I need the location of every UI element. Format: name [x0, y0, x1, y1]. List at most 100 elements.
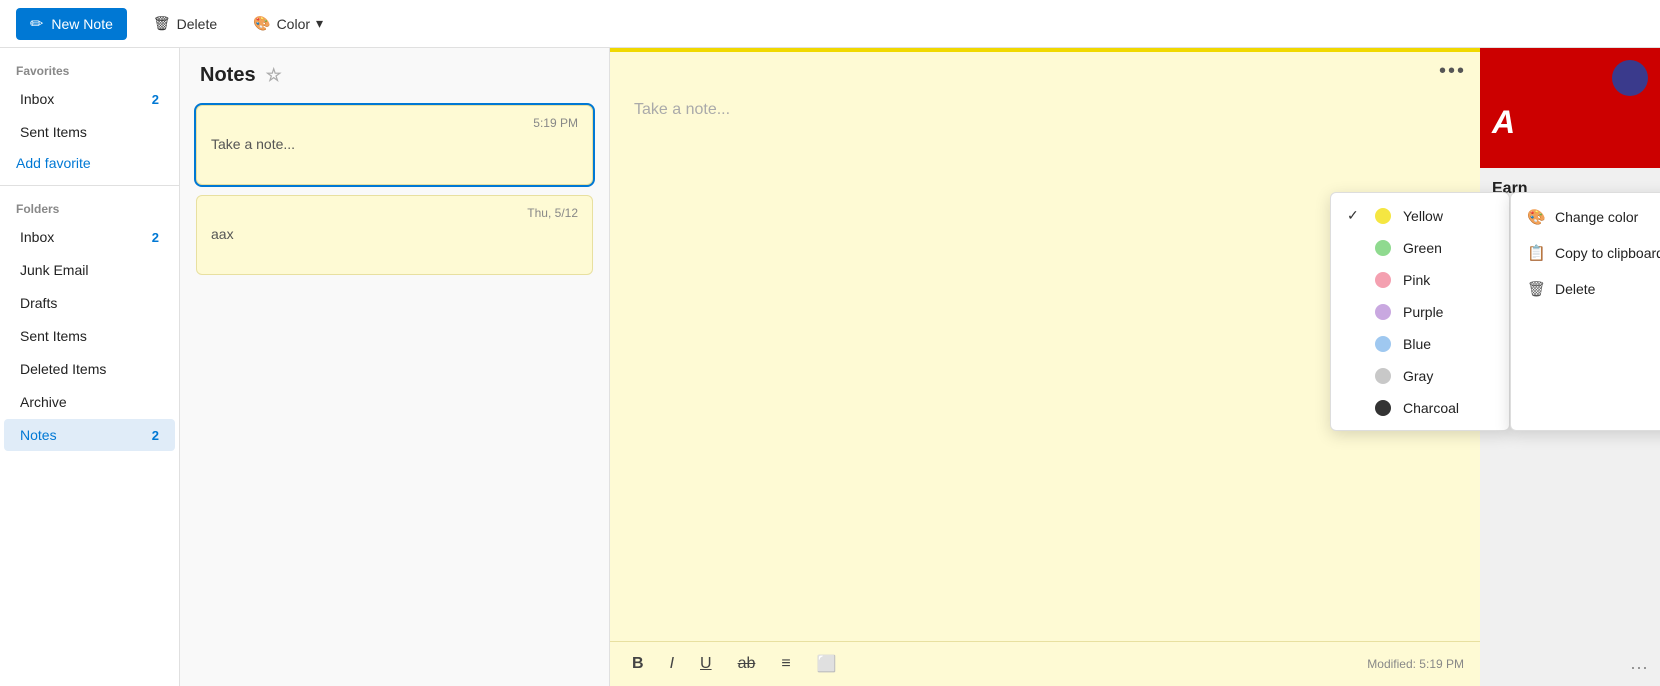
blue-dot	[1375, 336, 1391, 352]
copy-icon: 📋	[1527, 244, 1545, 262]
notes-list-header: Notes ☆	[180, 48, 609, 97]
adobe-panel-top: A	[1480, 48, 1660, 168]
new-note-icon: ✏	[30, 14, 43, 34]
context-change-color[interactable]: 🎨 Change color ›	[1511, 199, 1660, 235]
color-green[interactable]: Green	[1331, 232, 1509, 264]
purple-dot	[1375, 304, 1391, 320]
main-toolbar: ✏ New Note 🗑 Delete 🎨 Color ▾	[0, 0, 1660, 48]
note-modified: Modified: 5:19 PM	[1367, 657, 1464, 671]
sidebar-label: Junk Email	[20, 262, 88, 278]
note-editor-top-bar: •••	[610, 52, 1480, 91]
sidebar-item-sent-fav[interactable]: Sent Items	[4, 116, 175, 148]
favorites-header: Favorites	[0, 56, 179, 82]
green-dot	[1375, 240, 1391, 256]
sidebar-item-junk[interactable]: Junk Email	[4, 254, 175, 286]
delete-context-label: Delete	[1555, 281, 1595, 297]
purple-label: Purple	[1403, 304, 1443, 320]
image-btn[interactable]: ⬜	[811, 650, 843, 678]
charcoal-dot	[1375, 400, 1391, 416]
add-favorite-label: Add favorite	[16, 155, 91, 171]
change-color-label: Change color	[1555, 209, 1638, 225]
adobe-panel-bottom: ···	[1480, 649, 1660, 686]
strikethrough-btn[interactable]: ab	[732, 651, 762, 677]
sidebar-label: Inbox	[20, 91, 54, 107]
sidebar-label: Archive	[20, 394, 67, 410]
copy-label: Copy to clipboard	[1555, 245, 1660, 261]
blue-label: Blue	[1403, 336, 1431, 352]
delete-icon: 🗑	[1527, 280, 1545, 298]
note-card-preview-1: Take a note...	[211, 136, 578, 152]
sidebar-item-archive[interactable]: Archive	[4, 386, 175, 418]
context-copy-clipboard[interactable]: 📋 Copy to clipboard	[1511, 235, 1660, 271]
note-card-time-2: Thu, 5/12	[211, 206, 578, 220]
charcoal-label: Charcoal	[1403, 400, 1459, 416]
color-icon: 🎨	[253, 15, 270, 32]
new-note-button[interactable]: ✏ New Note	[16, 8, 127, 40]
note-card-preview-2: aax	[211, 226, 578, 242]
sidebar-item-deleted[interactable]: Deleted Items	[4, 353, 175, 385]
pink-dot	[1375, 272, 1391, 288]
right-context-menu: 🎨 Change color › 📋 Copy to clipboard 🗑 D…	[1510, 192, 1660, 431]
italic-btn[interactable]: I	[664, 651, 680, 677]
bold-btn[interactable]: B	[626, 651, 650, 677]
color-gray[interactable]: Gray	[1331, 360, 1509, 392]
note-card-1[interactable]: 5:19 PM Take a note...	[196, 105, 593, 185]
note-placeholder: Take a note...	[634, 101, 730, 118]
gray-label: Gray	[1403, 368, 1433, 384]
color-charcoal[interactable]: Charcoal	[1331, 392, 1509, 424]
notes-list: 5:19 PM Take a note... Thu, 5/12 aax	[180, 97, 609, 283]
underline-btn[interactable]: U	[694, 651, 718, 677]
dropdown-container: ✓ Yellow Green Pink Purple	[1330, 192, 1660, 431]
sidebar-item-notes[interactable]: Notes 2	[4, 419, 175, 451]
sidebar-label: Deleted Items	[20, 361, 106, 377]
delete-icon: 🗑	[153, 15, 171, 32]
note-card-2[interactable]: Thu, 5/12 aax	[196, 195, 593, 275]
new-note-label: New Note	[51, 16, 112, 32]
note-more-button[interactable]: •••	[1439, 60, 1466, 83]
adobe-avatar	[1612, 60, 1648, 96]
color-purple[interactable]: Purple	[1331, 296, 1509, 328]
notes-title: Notes	[200, 64, 256, 87]
yellow-check-icon: ✓	[1347, 207, 1363, 224]
chevron-down-icon: ▾	[316, 15, 323, 32]
sidebar-item-sent[interactable]: Sent Items	[4, 320, 175, 352]
sidebar: Favorites Inbox 2 Sent Items Add favorit…	[0, 48, 180, 686]
main-layout: Favorites Inbox 2 Sent Items Add favorit…	[0, 48, 1660, 686]
color-yellow[interactable]: ✓ Yellow	[1331, 199, 1509, 232]
sidebar-label: Inbox	[20, 229, 54, 245]
adobe-more-dots[interactable]: ···	[1630, 657, 1648, 678]
yellow-label: Yellow	[1403, 208, 1443, 224]
sidebar-label: Sent Items	[20, 328, 87, 344]
list-btn[interactable]: ≡	[775, 651, 796, 677]
color-blue[interactable]: Blue	[1331, 328, 1509, 360]
sidebar-label: Notes	[20, 427, 57, 443]
context-delete[interactable]: 🗑 Delete	[1511, 271, 1660, 307]
note-card-time-1: 5:19 PM	[211, 116, 578, 130]
sidebar-label: Sent Items	[20, 124, 87, 140]
delete-label: Delete	[177, 16, 217, 32]
add-favorite-button[interactable]: Add favorite	[0, 149, 179, 177]
gray-dot	[1375, 368, 1391, 384]
note-editor-area: ••• Take a note... B I U ab ≡ ⬜ Modified…	[610, 48, 1480, 686]
note-bottom-toolbar: B I U ab ≡ ⬜ Modified: 5:19 PM	[610, 641, 1480, 686]
pink-label: Pink	[1403, 272, 1430, 288]
inbox-fav-badge: 2	[152, 92, 159, 107]
color-label: Color	[277, 16, 310, 32]
sidebar-item-drafts[interactable]: Drafts	[4, 287, 175, 319]
yellow-dot	[1375, 208, 1391, 224]
change-color-icon: 🎨	[1527, 208, 1545, 226]
delete-button[interactable]: 🗑 Delete	[143, 9, 227, 38]
notes-badge: 2	[152, 428, 159, 443]
star-icon[interactable]: ☆	[266, 65, 282, 86]
color-pink[interactable]: Pink	[1331, 264, 1509, 296]
sidebar-item-inbox[interactable]: Inbox 2	[4, 221, 175, 253]
color-button[interactable]: 🎨 Color ▾	[243, 9, 333, 38]
inbox-badge: 2	[152, 230, 159, 245]
folders-header: Folders	[0, 194, 179, 220]
adobe-logo: A	[1492, 104, 1515, 141]
green-label: Green	[1403, 240, 1442, 256]
color-submenu: ✓ Yellow Green Pink Purple	[1330, 192, 1510, 431]
sidebar-label: Drafts	[20, 295, 57, 311]
sidebar-divider	[0, 185, 179, 186]
sidebar-item-inbox-fav[interactable]: Inbox 2	[4, 83, 175, 115]
